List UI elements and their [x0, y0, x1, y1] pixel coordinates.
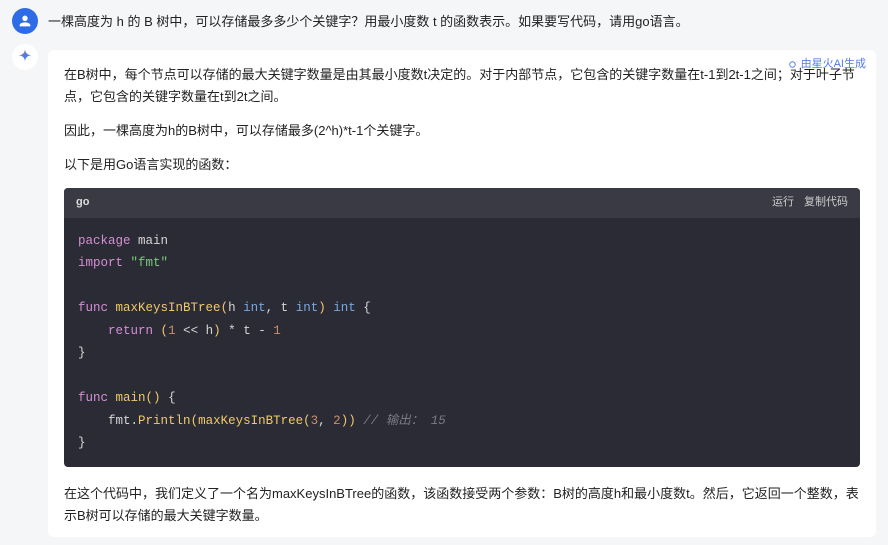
code-header: go 运行 复制代码	[64, 188, 860, 218]
ai-generated-badge: 由星火AI生成	[787, 56, 866, 74]
code-body[interactable]: package main import "fmt" func maxKeysIn…	[64, 218, 860, 467]
ai-avatar	[12, 44, 38, 70]
answer-paragraph-3: 以下是用Go语言实现的函数：	[64, 154, 860, 176]
ai-message-row: 由星火AI生成 在B树中，每个节点可以存储的最大关键字数量是由其最小度数t决定的…	[12, 40, 876, 537]
answer-paragraph-1: 在B树中，每个节点可以存储的最大关键字数量是由其最小度数t决定的。对于内部节点，…	[64, 64, 860, 108]
code-language-label: go	[76, 194, 89, 212]
answer-paragraph-4: 在这个代码中，我们定义了一个名为maxKeysInBTree的函数，该函数接受两…	[64, 483, 860, 527]
code-actions: 运行 复制代码	[772, 194, 848, 212]
question-text: 一棵高度为 h 的 B 树中，可以存储最多多少个关键字？用最小度数 t 的函数表…	[48, 8, 689, 33]
ai-badge-label: 由星火AI生成	[801, 56, 866, 74]
answer-paragraph-2: 因此，一棵高度为h的B树中，可以存储最多(2^h)*t-1个关键字。	[64, 120, 860, 142]
sparkle-icon	[787, 59, 798, 70]
user-message-row: 一棵高度为 h 的 B 树中，可以存储最多多少个关键字？用最小度数 t 的函数表…	[12, 8, 876, 34]
chat-container: 一棵高度为 h 的 B 树中，可以存储最多多少个关键字？用最小度数 t 的函数表…	[0, 0, 888, 545]
run-button[interactable]: 运行	[772, 194, 794, 212]
user-icon	[17, 13, 33, 29]
copy-code-button[interactable]: 复制代码	[804, 194, 848, 212]
user-avatar	[12, 8, 38, 34]
spark-icon	[15, 47, 35, 67]
answer-box: 由星火AI生成 在B树中，每个节点可以存储的最大关键字数量是由其最小度数t决定的…	[48, 50, 876, 537]
code-block: go 运行 复制代码 package main import "fmt" fun…	[64, 188, 860, 467]
